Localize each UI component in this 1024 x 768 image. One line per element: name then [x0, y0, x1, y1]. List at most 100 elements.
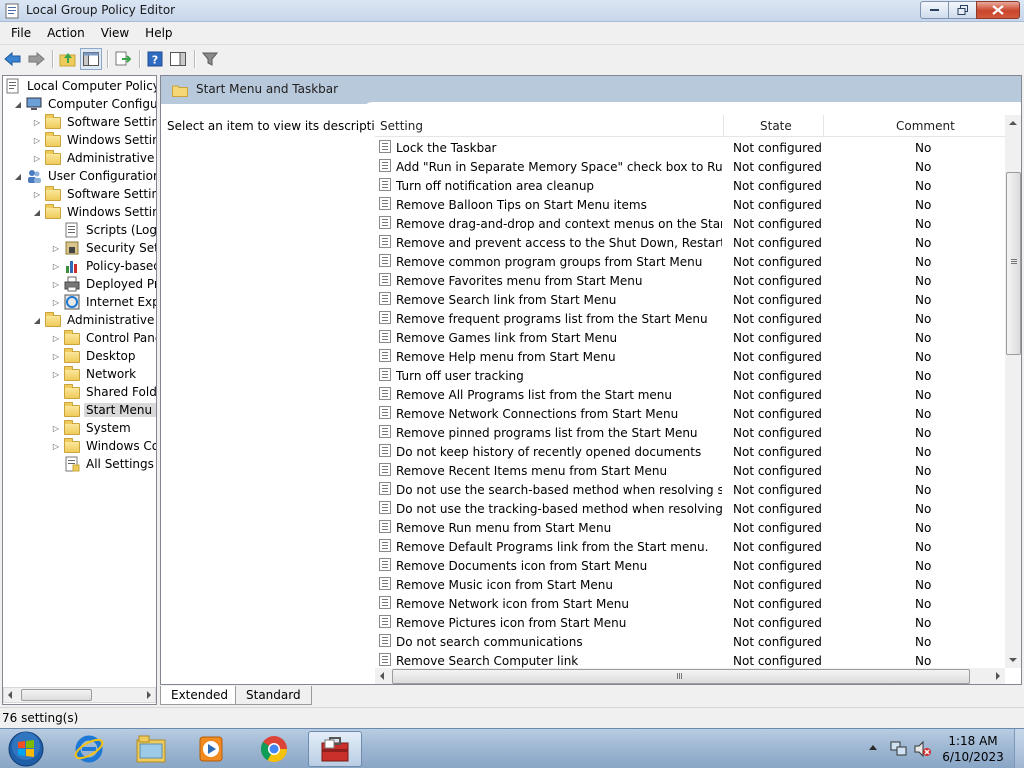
- setting-row[interactable]: Lock the Taskbar Not configured No: [375, 138, 1005, 157]
- start-button[interactable]: [4, 730, 48, 768]
- setting-row[interactable]: Do not search communications Not configur…: [375, 632, 1005, 651]
- back-button[interactable]: [2, 48, 24, 70]
- setting-row[interactable]: Remove and prevent access to the Shut Do…: [375, 233, 1005, 252]
- taskbar-chrome[interactable]: [247, 731, 301, 767]
- expanded-arrow-icon[interactable]: ◢: [13, 171, 23, 181]
- show-hide-tree-button[interactable]: [80, 47, 102, 70]
- tree-item[interactable]: ▷ Security Settin: [51, 239, 156, 257]
- tree-item[interactable]: ◢ User Configuration: [13, 167, 156, 185]
- tree-item[interactable]: ◢ Computer Configura: [13, 95, 156, 113]
- scroll-right-icon[interactable]: [996, 672, 1000, 680]
- tree-item[interactable]: ▷ System: [51, 419, 133, 437]
- tree-item[interactable]: ▷ Windows Setting: [32, 131, 156, 149]
- setting-row[interactable]: Remove Search Computer link Not configure…: [375, 651, 1005, 668]
- scroll-down-icon[interactable]: [1009, 658, 1017, 662]
- tree-item[interactable]: Start Menu ar: [51, 401, 156, 419]
- setting-row[interactable]: Remove All Programs list from the Start …: [375, 385, 1005, 404]
- collapsed-arrow-icon[interactable]: ▷: [51, 243, 61, 253]
- setting-row[interactable]: Remove Games link from Start Menu Not con…: [375, 328, 1005, 347]
- taskbar-windows-explorer[interactable]: [124, 731, 178, 767]
- expanded-arrow-icon[interactable]: ◢: [13, 99, 23, 109]
- tree-item[interactable]: All Settings: [51, 455, 156, 473]
- collapsed-arrow-icon[interactable]: ▷: [51, 261, 61, 271]
- setting-row[interactable]: Remove Favorites menu from Start Menu Not…: [375, 271, 1005, 290]
- properties-pane-button[interactable]: [167, 48, 189, 70]
- tree-item[interactable]: ▷ Network: [51, 365, 138, 383]
- close-button[interactable]: [976, 1, 1020, 19]
- tab-standard[interactable]: Standard: [235, 686, 312, 705]
- setting-row[interactable]: Remove Recent Items menu from Start Menu…: [375, 461, 1005, 480]
- setting-row[interactable]: Do not use the search-based method when …: [375, 480, 1005, 499]
- setting-row[interactable]: Remove Balloon Tips on Start Menu items N…: [375, 195, 1005, 214]
- tree-item[interactable]: ▷ Administrative Te: [32, 149, 156, 167]
- expanded-arrow-icon[interactable]: ◢: [32, 207, 42, 217]
- setting-row[interactable]: Remove drag-and-drop and context menus o…: [375, 214, 1005, 233]
- up-level-button[interactable]: [57, 48, 79, 70]
- scroll-left-icon[interactable]: [380, 672, 384, 680]
- scroll-up-icon[interactable]: [1009, 121, 1017, 125]
- tree-item[interactable]: ▷ Control Panel: [51, 329, 156, 347]
- tree-item[interactable]: ◢ Windows Setting: [32, 203, 156, 221]
- tree-item[interactable]: ▷ Desktop: [51, 347, 138, 365]
- setting-row[interactable]: Remove pinned programs list from the Sta…: [375, 423, 1005, 442]
- collapsed-arrow-icon[interactable]: ▷: [32, 153, 42, 163]
- setting-row[interactable]: Remove Pictures icon from Start Menu Not …: [375, 613, 1005, 632]
- tree-item[interactable]: ▷ Internet Explo: [51, 293, 156, 311]
- help-button[interactable]: ?: [144, 48, 166, 70]
- taskbar-internet-explorer[interactable]: [62, 731, 116, 767]
- setting-row[interactable]: Add "Run in Separate Memory Space" check…: [375, 157, 1005, 176]
- collapsed-arrow-icon[interactable]: ▷: [32, 117, 42, 127]
- setting-row[interactable]: Remove Help menu from Start Menu Not conf…: [375, 347, 1005, 366]
- vertical-scroll-thumb[interactable]: [1006, 172, 1021, 355]
- expanded-arrow-icon[interactable]: ◢: [32, 315, 42, 325]
- tab-extended[interactable]: Extended: [160, 686, 239, 705]
- taskbar-group-policy-editor[interactable]: [308, 731, 362, 767]
- tree-item[interactable]: ▷ Policy-based: [51, 257, 156, 275]
- menu-help[interactable]: Help: [137, 26, 180, 40]
- show-desktop-button[interactable]: [1014, 729, 1024, 768]
- tree-horizontal-scrollbar[interactable]: [3, 687, 156, 703]
- setting-row[interactable]: Do not use the tracking-based method whe…: [375, 499, 1005, 518]
- collapsed-arrow-icon[interactable]: ▷: [51, 297, 61, 307]
- tree-item[interactable]: Scripts (Logon: [51, 221, 156, 239]
- horizontal-scroll-thumb[interactable]: [392, 669, 970, 684]
- collapsed-arrow-icon[interactable]: ▷: [51, 441, 61, 451]
- setting-row[interactable]: Remove Default Programs link from the St…: [375, 537, 1005, 556]
- column-state[interactable]: State: [760, 119, 792, 133]
- setting-row[interactable]: Turn off notification area cleanup Not co…: [375, 176, 1005, 195]
- collapsed-arrow-icon[interactable]: ▷: [51, 369, 61, 379]
- scroll-right-icon[interactable]: [147, 691, 151, 699]
- horizontal-scrollbar[interactable]: [375, 668, 1005, 684]
- collapsed-arrow-icon[interactable]: ▷: [51, 351, 61, 361]
- restore-button[interactable]: [948, 1, 977, 19]
- collapsed-arrow-icon[interactable]: ▷: [32, 135, 42, 145]
- tree-item[interactable]: ▷ Software Settings: [32, 113, 156, 131]
- filter-button[interactable]: [199, 48, 221, 70]
- setting-row[interactable]: Remove common program groups from Start …: [375, 252, 1005, 271]
- setting-row[interactable]: Remove Search link from Start Menu Not co…: [375, 290, 1005, 309]
- setting-row[interactable]: Remove Network Connections from Start Me…: [375, 404, 1005, 423]
- column-setting[interactable]: Setting: [380, 119, 423, 133]
- setting-row[interactable]: Remove Run menu from Start Menu Not confi…: [375, 518, 1005, 537]
- taskbar-media-player[interactable]: [184, 731, 238, 767]
- forward-button[interactable]: [25, 48, 47, 70]
- setting-row[interactable]: Remove Music icon from Start Menu Not con…: [375, 575, 1005, 594]
- setting-row[interactable]: Remove Documents icon from Start Menu Not…: [375, 556, 1005, 575]
- tree-scroll-thumb[interactable]: [21, 689, 92, 701]
- system-clock[interactable]: 1:18 AM 6/10/2023: [928, 733, 1018, 765]
- collapsed-arrow-icon[interactable]: ▷: [51, 333, 61, 343]
- tree-item[interactable]: ▷ Deployed Prin: [51, 275, 156, 293]
- collapsed-arrow-icon[interactable]: ▷: [32, 189, 42, 199]
- tree-item[interactable]: Shared Folder: [51, 383, 156, 401]
- tree-item[interactable]: ▷ Software Settings: [32, 185, 156, 203]
- menu-file[interactable]: File: [3, 26, 39, 40]
- setting-row[interactable]: Turn off user tracking Not configured No: [375, 366, 1005, 385]
- network-icon[interactable]: [890, 741, 908, 757]
- setting-row[interactable]: Remove Network icon from Start Menu Not c…: [375, 594, 1005, 613]
- minimize-button[interactable]: [920, 1, 949, 19]
- tree-item[interactable]: ▷ Windows Cor: [51, 437, 156, 455]
- collapsed-arrow-icon[interactable]: ▷: [51, 423, 61, 433]
- column-comment[interactable]: Comment: [896, 119, 955, 133]
- tree-root[interactable]: Local Computer Policy: [5, 77, 156, 95]
- setting-row[interactable]: Do not keep history of recently opened d…: [375, 442, 1005, 461]
